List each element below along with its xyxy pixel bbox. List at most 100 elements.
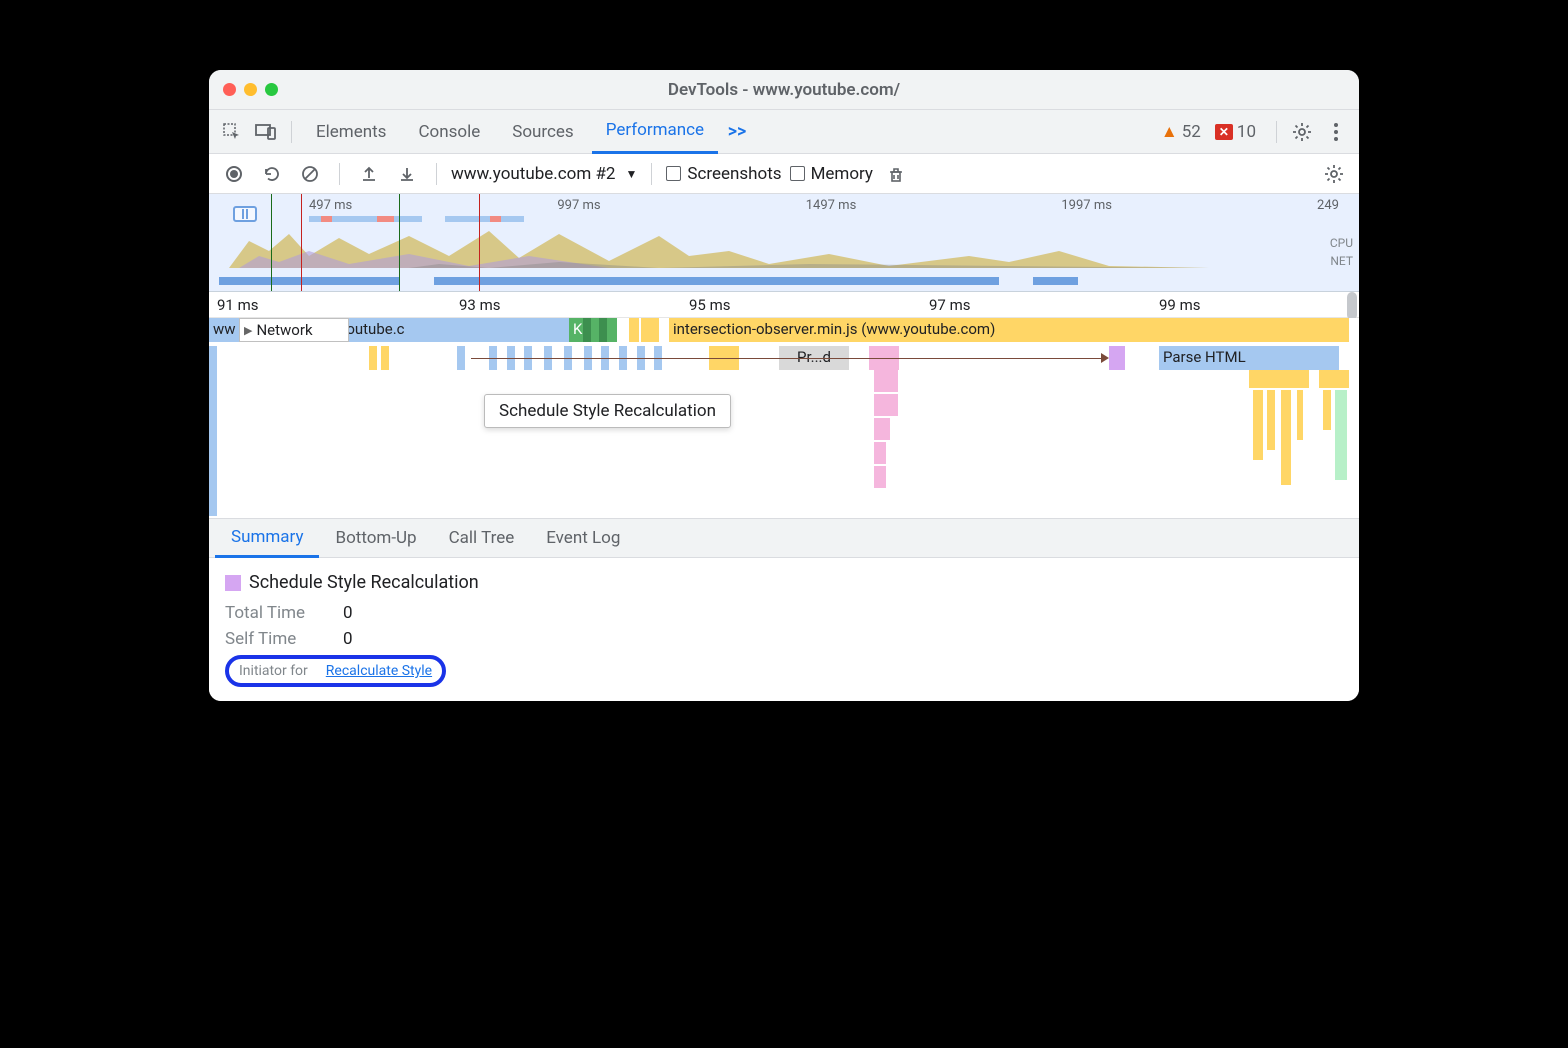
flame-segment-script[interactable]: intersection-observer.min.js (www.youtub…	[669, 318, 1349, 342]
flame-segment[interactable]	[1281, 390, 1291, 485]
upload-icon[interactable]	[354, 159, 384, 189]
reload-button[interactable]	[257, 159, 287, 189]
initiator-arrow	[471, 358, 1101, 359]
cpu-chart	[209, 226, 1209, 268]
flame-segment[interactable]: K	[569, 318, 583, 342]
flame-segment[interactable]	[874, 394, 898, 416]
flame-segment[interactable]	[874, 418, 890, 440]
tabs-overflow-icon[interactable]: >>	[722, 117, 752, 147]
flame-segment[interactable]	[1323, 390, 1331, 430]
flame-segment[interactable]	[1109, 346, 1125, 370]
tab-sources[interactable]: Sources	[498, 110, 587, 154]
more-icon[interactable]	[1321, 117, 1351, 147]
ruler-tick: 93 ms	[459, 296, 500, 314]
marker-line	[301, 194, 302, 291]
errors-counter[interactable]: ✕ 10	[1215, 122, 1256, 142]
expand-icon: ▶	[244, 324, 252, 337]
tick: 1497 ms	[806, 198, 857, 213]
warning-icon: ▲	[1161, 122, 1178, 142]
flame-segment[interactable]	[1319, 370, 1349, 388]
tick: 249	[1317, 198, 1339, 213]
flame-ruler[interactable]: 91 ms 93 ms 95 ms 97 ms 99 ms	[209, 292, 1359, 318]
self-time-value: 0	[343, 629, 353, 649]
tick: 997 ms	[557, 198, 600, 213]
tab-console[interactable]: Console	[404, 110, 494, 154]
flame-segment[interactable]	[457, 346, 465, 370]
ruler-tick: 99 ms	[1159, 296, 1200, 314]
memory-label: Memory	[811, 164, 873, 184]
flame-segment[interactable]	[649, 318, 659, 342]
separator	[339, 163, 340, 185]
tick: 1997 ms	[1061, 198, 1112, 213]
flame-chart[interactable]: ww com/ (www.youtube.c ▶ Network K inter…	[209, 318, 1359, 518]
flame-segment[interactable]	[1253, 390, 1263, 460]
summary-title: Schedule Style Recalculation	[249, 572, 479, 593]
warnings-count: 52	[1182, 122, 1201, 142]
overview-markers	[219, 214, 1349, 224]
self-time-row: Self Time 0	[225, 629, 1343, 649]
flame-segment[interactable]	[1335, 390, 1347, 480]
tab-bottom-up[interactable]: Bottom-Up	[319, 518, 432, 558]
settings-icon[interactable]	[1287, 117, 1317, 147]
tab-call-tree[interactable]: Call Tree	[433, 518, 531, 558]
tab-event-log[interactable]: Event Log	[530, 518, 636, 558]
network-label: Network	[256, 321, 312, 339]
garbage-collect-icon[interactable]	[881, 159, 911, 189]
network-group-toggle[interactable]: ▶ Network	[239, 318, 349, 342]
download-icon[interactable]	[392, 159, 422, 189]
flame-segment[interactable]	[874, 442, 886, 464]
flame-segment[interactable]	[1297, 390, 1303, 440]
scrollbar-thumb[interactable]	[1347, 292, 1357, 320]
flame-segment-parse[interactable]: Parse HTML	[1159, 346, 1339, 370]
overview-ticks: 497 ms 997 ms 1497 ms 1997 ms 249	[209, 198, 1359, 213]
memory-checkbox[interactable]: Memory	[790, 164, 873, 184]
target-label: www.youtube.com #2	[451, 164, 615, 184]
chevron-down-icon: ▼	[625, 167, 637, 181]
network-band	[219, 277, 1349, 285]
tab-summary[interactable]: Summary	[215, 518, 319, 558]
flame-segment[interactable]	[583, 318, 591, 342]
ruler-tick: 95 ms	[689, 296, 730, 314]
warnings-counter[interactable]: ▲ 52	[1161, 122, 1201, 142]
flame-segment[interactable]	[874, 370, 898, 392]
devtools-window: DevTools - www.youtube.com/ Elements Con…	[209, 70, 1359, 701]
screenshots-checkbox[interactable]: Screenshots	[666, 164, 781, 184]
checkbox-icon	[790, 166, 805, 181]
flame-segment[interactable]	[874, 466, 886, 488]
flame-segment[interactable]	[381, 346, 389, 370]
target-dropdown[interactable]: www.youtube.com #2 ▼	[451, 164, 637, 184]
total-time-row: Total Time 0	[225, 603, 1343, 623]
flame-segment[interactable]	[629, 318, 639, 342]
clear-button[interactable]	[295, 159, 325, 189]
color-swatch	[225, 575, 241, 591]
tab-performance[interactable]: Performance	[592, 110, 718, 154]
flame-segment[interactable]	[599, 318, 607, 342]
ruler-tick: 97 ms	[929, 296, 970, 314]
flame-segment[interactable]	[369, 346, 377, 370]
errors-count: 10	[1237, 122, 1256, 142]
initiator-link[interactable]: Recalculate Style	[326, 663, 432, 679]
flame-tooltip: Schedule Style Recalculation	[484, 394, 731, 428]
tab-elements[interactable]: Elements	[302, 110, 400, 154]
separator	[436, 163, 437, 185]
flame-segment[interactable]	[591, 318, 599, 342]
separator	[291, 121, 292, 143]
summary-panel: Schedule Style Recalculation Total Time …	[209, 558, 1359, 701]
timeline-overview[interactable]: 497 ms 997 ms 1497 ms 1997 ms 249 CPU NE…	[209, 194, 1359, 292]
initiator-highlight: Initiator for Recalculate Style	[225, 655, 446, 687]
flame-segment[interactable]	[209, 346, 217, 516]
titlebar: DevTools - www.youtube.com/	[209, 70, 1359, 110]
flame-segment[interactable]	[607, 318, 617, 342]
inspect-icon[interactable]	[217, 117, 247, 147]
flame-segment[interactable]	[1249, 370, 1309, 388]
flame-segment[interactable]	[1267, 390, 1275, 450]
device-toggle-icon[interactable]	[251, 117, 281, 147]
screenshots-label: Screenshots	[687, 164, 781, 184]
main-tabbar: Elements Console Sources Performance >> …	[209, 110, 1359, 154]
arrow-head-icon	[1101, 353, 1109, 363]
marker-line	[271, 194, 272, 291]
flame-segment[interactable]	[641, 318, 649, 342]
total-time-label: Total Time	[225, 603, 325, 623]
capture-settings-icon[interactable]	[1319, 159, 1349, 189]
record-button[interactable]	[219, 159, 249, 189]
